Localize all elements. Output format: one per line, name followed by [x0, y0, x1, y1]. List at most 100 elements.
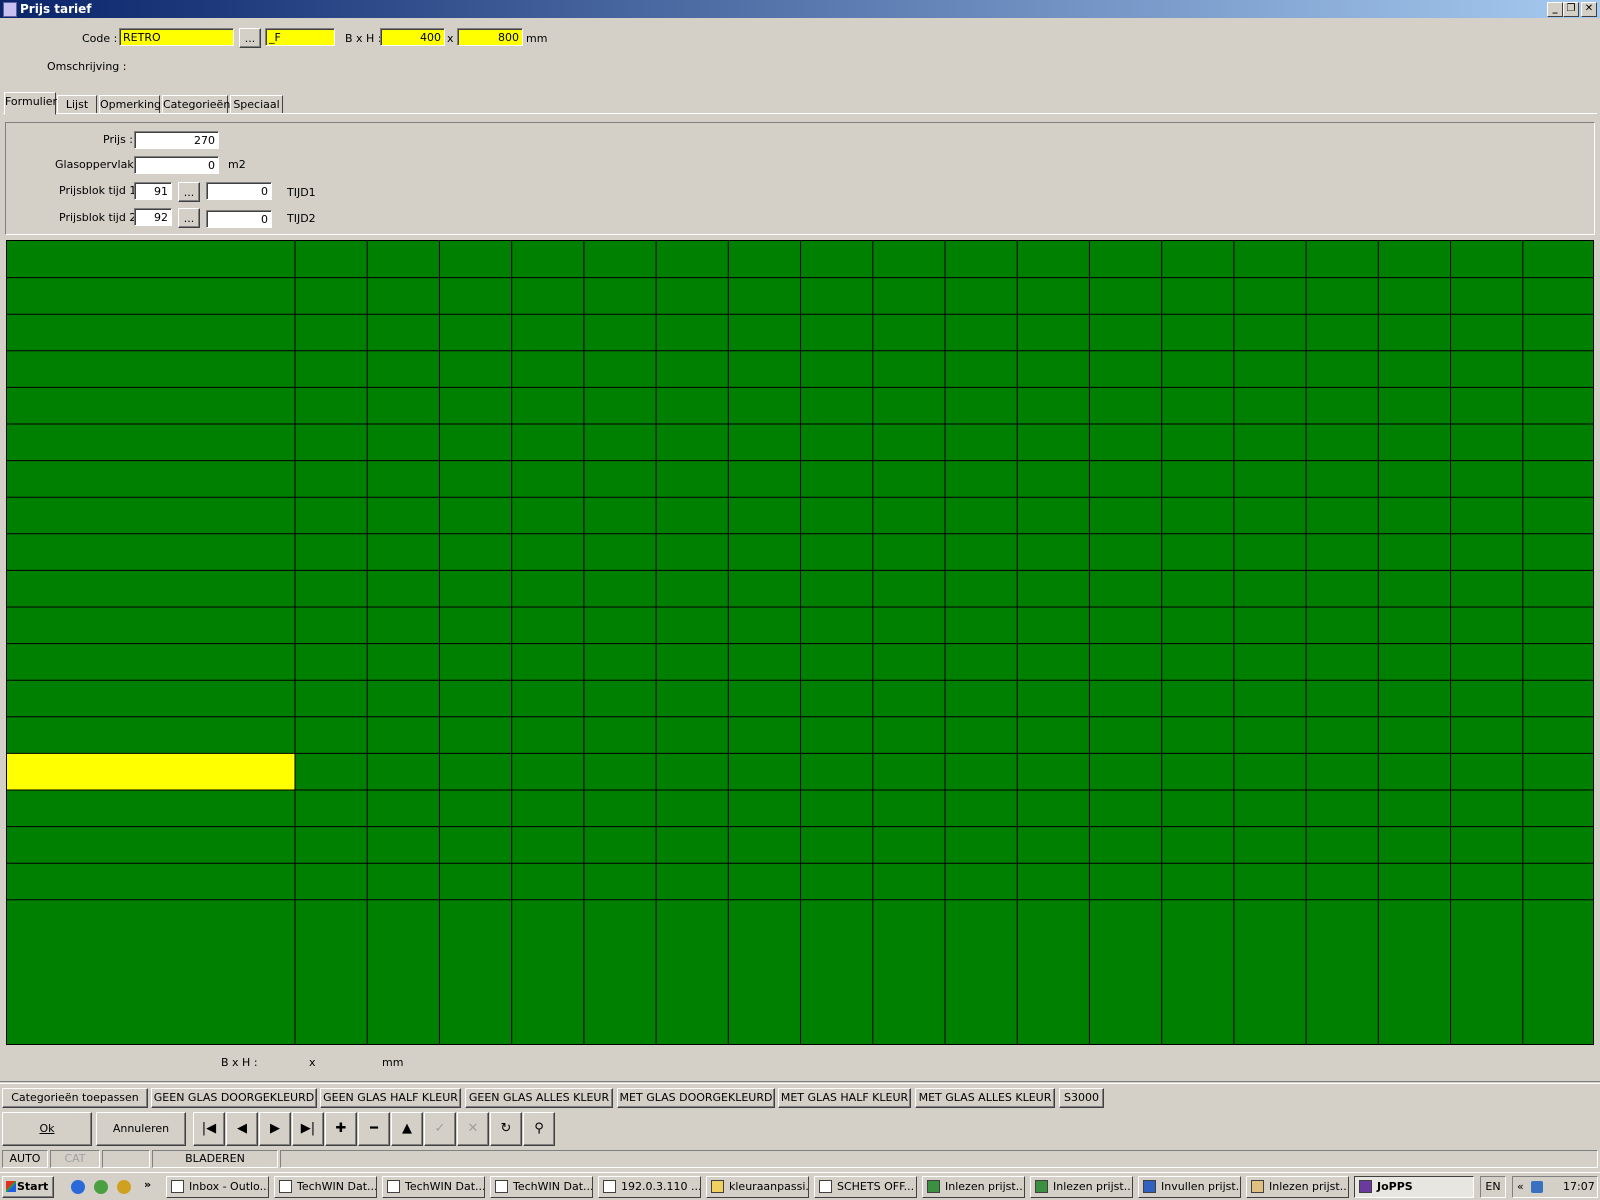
taskbar: Start » Inbox - Outlo... TechWIN Dat... … [0, 1172, 1600, 1200]
techwin-icon [495, 1180, 508, 1193]
task-button[interactable]: Inbox - Outlo... [166, 1176, 269, 1198]
task-button[interactable]: TechWIN Dat... [274, 1176, 377, 1198]
prijsblok2-value-input[interactable]: 0 [206, 210, 272, 228]
tab-categorieen[interactable]: Categorieën [162, 95, 230, 114]
code-suffix-input[interactable]: _F [265, 28, 335, 46]
prijsblok1-code-input[interactable]: 91 [134, 182, 172, 200]
start-button[interactable]: Start [2, 1176, 54, 1198]
jopps-icon [1359, 1180, 1372, 1193]
prijsblok1-label: Prijsblok tijd 1 : [59, 184, 144, 197]
prijsblok1-value-input[interactable]: 0 [206, 182, 272, 200]
restore-button[interactable]: ❐ [1563, 2, 1579, 17]
price-grid[interactable] [6, 240, 1594, 1045]
footer-unit-label: mm [382, 1056, 404, 1069]
app-icon[interactable] [3, 2, 17, 17]
minimize-button[interactable]: _ [1547, 2, 1563, 17]
code-input[interactable]: RETRO [119, 28, 234, 46]
network-icon[interactable] [1531, 1181, 1543, 1193]
geen-glas-alles-kleur-button[interactable]: GEEN GLAS ALLES KLEUR [465, 1088, 613, 1108]
width-input[interactable]: 400 [380, 28, 445, 46]
task-label: TechWIN Dat... [405, 1180, 485, 1193]
excel-icon [927, 1180, 940, 1193]
task-label: Inlezen prijst... [1053, 1180, 1133, 1193]
post-record-icon[interactable]: ✓ [424, 1112, 456, 1146]
task-label: kleuraanpassi... [729, 1180, 809, 1193]
prijsblok1-browse-button[interactable]: ... [178, 182, 200, 202]
met-glas-alles-kleur-button[interactable]: MET GLAS ALLES KLEUR [915, 1088, 1055, 1108]
delete-record-icon[interactable]: ━ [358, 1112, 390, 1146]
task-label: SCHETS OFF... [837, 1180, 915, 1193]
prijsblok1-name: TIJD1 [287, 186, 316, 199]
times-label: x [447, 32, 454, 45]
find-binoculars-icon[interactable]: ⚲ [523, 1112, 555, 1146]
next-record-icon[interactable]: ▶ [259, 1112, 291, 1146]
clock-app-icon[interactable] [117, 1180, 131, 1194]
glasoppervlak-input[interactable]: 0 [134, 156, 219, 174]
task-button[interactable]: Inlezen prijst... [1030, 1176, 1133, 1198]
tab-formulier[interactable]: Formulier [4, 92, 57, 115]
unit-label: mm [526, 32, 548, 45]
task-label: 192.0.3.110 ... [621, 1180, 701, 1193]
met-glas-doorgekleurd-button[interactable]: MET GLAS DOORGEKLEURD [617, 1088, 775, 1108]
task-button[interactable]: Inlezen prijst... [922, 1176, 1025, 1198]
code-label: Code : [82, 32, 118, 45]
section-divider [0, 1081, 1600, 1084]
window-title: Prijs tarief [20, 2, 92, 16]
task-button[interactable]: TechWIN Dat... [382, 1176, 485, 1198]
cancel-edit-icon[interactable]: ✕ [457, 1112, 489, 1146]
document-icon [819, 1180, 832, 1193]
status-auto: AUTO [2, 1150, 48, 1168]
task-button-active[interactable]: JoPPS [1354, 1176, 1474, 1198]
s3000-button[interactable]: S3000 [1059, 1088, 1104, 1108]
edit-record-icon[interactable]: ▲ [391, 1112, 423, 1146]
grid-selected-cell[interactable] [7, 753, 295, 790]
last-record-icon[interactable]: ▶| [292, 1112, 324, 1146]
task-button[interactable]: Invullen prijst... [1138, 1176, 1241, 1198]
tab-opmerking[interactable]: Opmerking [99, 95, 161, 114]
glasoppervlak-label: Glasoppervlak : [55, 158, 141, 171]
previous-record-icon[interactable]: ◀ [226, 1112, 258, 1146]
tab-speciaal[interactable]: Speciaal [230, 95, 283, 114]
omschrijving-label: Omschrijving : [47, 60, 127, 73]
clock[interactable]: 17:07 [1563, 1177, 1595, 1197]
prijs-input[interactable]: 270 [134, 131, 219, 149]
tab-lijst[interactable]: Lijst [57, 95, 97, 114]
first-record-icon[interactable]: |◀ [193, 1112, 225, 1146]
status-message [280, 1150, 1598, 1168]
task-button[interactable]: Inlezen prijst... [1246, 1176, 1349, 1198]
add-record-icon[interactable]: ✚ [325, 1112, 357, 1146]
height-input[interactable]: 800 [457, 28, 523, 46]
windows-logo-icon [6, 1181, 16, 1192]
task-label: Invullen prijst... [1161, 1180, 1241, 1193]
close-button[interactable]: ✕ [1581, 2, 1597, 17]
prijsblok2-code-input[interactable]: 92 [134, 208, 172, 226]
task-button[interactable]: SCHETS OFF... [814, 1176, 917, 1198]
footer-bxh-label: B x H : [221, 1056, 258, 1069]
browser-icon[interactable] [94, 1180, 108, 1194]
task-label: TechWIN Dat... [513, 1180, 593, 1193]
met-glas-half-kleur-button[interactable]: MET GLAS HALF KLEUR [778, 1088, 911, 1108]
task-button[interactable]: TechWIN Dat... [490, 1176, 593, 1198]
outlook-icon [171, 1180, 184, 1193]
prijsblok2-label: Prijsblok tijd 2 : [59, 211, 144, 224]
tray-expand-button[interactable]: « [1517, 1177, 1524, 1197]
task-label: Inlezen prijst... [1269, 1180, 1349, 1193]
cancel-button[interactable]: Annuleren [96, 1112, 186, 1146]
prijsblok2-browse-button[interactable]: ... [178, 208, 200, 228]
code-browse-button[interactable]: ... [239, 28, 261, 48]
ok-button[interactable]: Ok [2, 1112, 92, 1146]
title-bar[interactable]: Prijs tarief _ ❐ ✕ [0, 0, 1600, 18]
categorieen-toepassen-button[interactable]: Categorieën toepassen [2, 1088, 148, 1108]
status-state: BLADEREN [152, 1150, 278, 1168]
task-button[interactable]: 192.0.3.110 ... [598, 1176, 701, 1198]
glasoppervlak-unit: m2 [228, 158, 246, 171]
geen-glas-doorgekleurd-button[interactable]: GEEN GLAS DOORGEKLEURD [151, 1088, 317, 1108]
language-indicator[interactable]: EN [1480, 1176, 1506, 1198]
refresh-icon[interactable]: ↻ [490, 1112, 522, 1146]
task-button[interactable]: kleuraanpassi... [706, 1176, 809, 1198]
tab-panel-border [3, 113, 1597, 116]
techwin-icon [279, 1180, 292, 1193]
quick-launch-more[interactable]: » [144, 1178, 151, 1191]
geen-glas-half-kleur-button[interactable]: GEEN GLAS HALF KLEUR [320, 1088, 461, 1108]
internet-explorer-icon[interactable] [71, 1180, 85, 1194]
